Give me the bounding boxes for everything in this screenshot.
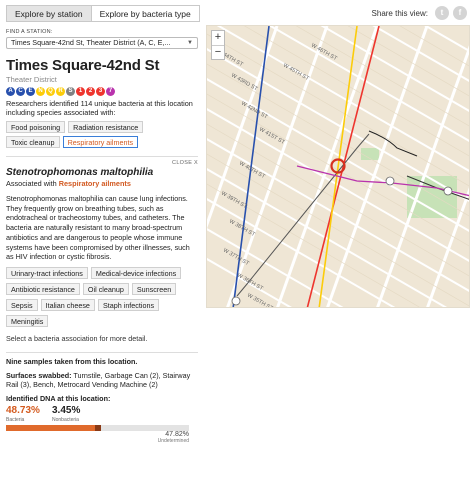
tab-explore-by-station[interactable]: Explore by station <box>6 5 92 22</box>
divider <box>6 351 198 353</box>
line-badge: N <box>36 87 45 96</box>
view-tabs: Explore by station Explore by bacteria t… <box>6 5 200 22</box>
station-dot[interactable] <box>443 186 453 196</box>
undetermined-label: Undetermined <box>157 437 189 444</box>
illness-chip[interactable]: Urinary-tract infections <box>6 266 88 279</box>
chevron-down-icon: ▼ <box>187 40 193 46</box>
share-bar: Share this view: t f <box>372 6 467 20</box>
street-label: W 39TH ST <box>220 191 248 211</box>
station-map[interactable]: W 44TH ST W 43RD ST W 42ND ST W 41ST ST W 40… <box>206 25 470 308</box>
select-note: Select a bacteria association for more d… <box>6 333 148 343</box>
illness-chip[interactable]: Meningitis <box>6 314 49 327</box>
dna-stats: 48.73% Bacteria 3.45% Nonbacteria <box>6 404 198 424</box>
bacteria-association: Associated with Respiratory ailments <box>6 179 198 188</box>
association-list: Food poisoning Radiation resistance Toxic … <box>6 121 156 148</box>
illness-chip[interactable]: Sepsis <box>6 298 38 311</box>
illness-chip[interactable]: Staph infections <box>97 298 160 311</box>
line-badge: C <box>16 87 25 96</box>
association-chip[interactable]: Respiratory ailments <box>62 136 139 148</box>
illness-chip[interactable]: Antibiotic resistance <box>6 282 80 295</box>
bacteria-detail: CLOSE X Stenotrophomonas maltophilia Ass… <box>6 156 198 262</box>
illness-chip[interactable]: Medical-device infections <box>90 266 182 279</box>
find-station-label: FIND A STATION: <box>6 29 53 35</box>
dna-title: Identified DNA at this location: <box>6 393 111 403</box>
station-select-value: Times Square-42nd St, Theater District (… <box>11 38 171 47</box>
station-title: Times Square-42nd St <box>6 57 160 74</box>
dna-bar-bacteria <box>6 424 96 431</box>
subway-lines: ACENQRS1237 <box>6 87 198 96</box>
street-label: W 36TH ST <box>236 273 264 293</box>
line-badge: R <box>56 87 65 96</box>
association-chip[interactable]: Food poisoning <box>6 121 66 133</box>
association-prefix: Associated with <box>6 179 59 188</box>
facebook-icon[interactable]: f <box>453 6 467 20</box>
stat-bacteria: 48.73% Bacteria <box>6 404 52 424</box>
map-canvas[interactable]: W 44TH STW 43RD STW 42ND STW 41ST STW 40… <box>207 26 470 308</box>
bacteria-name: Stenotrophomonas maltophilia <box>6 167 154 178</box>
line-badge: Q <box>46 87 55 96</box>
samples-title: Nine samples taken from this location. <box>6 356 138 366</box>
subway-line-grey <box>236 133 370 297</box>
line-badge: A <box>6 87 15 96</box>
bacteria-description: Stenotrophomonas maltophilia can cause l… <box>6 194 190 262</box>
surfaces-label: Surfaces swabbed: <box>6 370 72 380</box>
zoom-in-button[interactable]: + <box>212 31 224 45</box>
station-panel: FIND A STATION: Times Square-42nd St, Th… <box>6 29 198 444</box>
nonbacteria-pct: 3.45% <box>52 404 81 416</box>
station-district: Theater District <box>6 75 57 84</box>
association-chip[interactable]: Radiation resistance <box>68 121 144 133</box>
street-label: W 41ST ST <box>258 127 286 147</box>
station-dot[interactable] <box>385 176 395 186</box>
line-badge: 2 <box>86 87 95 96</box>
dna-bar-nonbacteria <box>95 424 102 431</box>
line-badge: S <box>66 87 75 96</box>
station-dot[interactable] <box>231 296 241 306</box>
street-label: W 43RD ST <box>230 73 259 93</box>
nonbacteria-label: Nonbacteria <box>52 416 79 423</box>
station-intro: Researchers identified 114 unique bacter… <box>6 99 193 117</box>
subway-line-yellow <box>318 26 358 307</box>
line-badge: 7 <box>106 87 115 96</box>
park-area <box>407 176 457 218</box>
zoom-out-button[interactable]: − <box>212 45 224 59</box>
zoom-controls: + − <box>211 30 225 60</box>
illness-chip[interactable]: Italian cheese <box>40 298 95 311</box>
stat-nonbacteria: 3.45% Nonbacteria <box>52 404 98 424</box>
twitter-icon[interactable]: t <box>435 6 449 20</box>
line-badge: 1 <box>76 87 85 96</box>
line-badge: E <box>26 87 35 96</box>
tab-explore-by-bacteria[interactable]: Explore by bacteria type <box>91 5 200 22</box>
association-value: Respiratory ailments <box>58 179 131 188</box>
street-label: W 45TH ST <box>282 63 310 83</box>
bacteria-label: Bacteria <box>6 416 25 423</box>
bacteria-pct: 48.73% <box>6 404 40 416</box>
illness-list: Urinary-tract infections Medical-device i… <box>6 266 186 327</box>
surfaces-swabbed: Surfaces swabbed: Turnstile, Garbage Can… <box>6 371 198 390</box>
share-label: Share this view: <box>371 8 428 18</box>
station-select[interactable]: Times Square-42nd St, Theater District (… <box>6 37 198 49</box>
illness-chip[interactable]: Sunscreen <box>131 282 177 295</box>
illness-chip[interactable]: Oil cleanup <box>82 282 129 295</box>
association-chip[interactable]: Toxic cleanup <box>6 136 60 148</box>
line-badge: 3 <box>96 87 105 96</box>
undetermined-value: 47.82% <box>165 430 189 438</box>
close-button[interactable]: CLOSE X <box>172 160 198 166</box>
